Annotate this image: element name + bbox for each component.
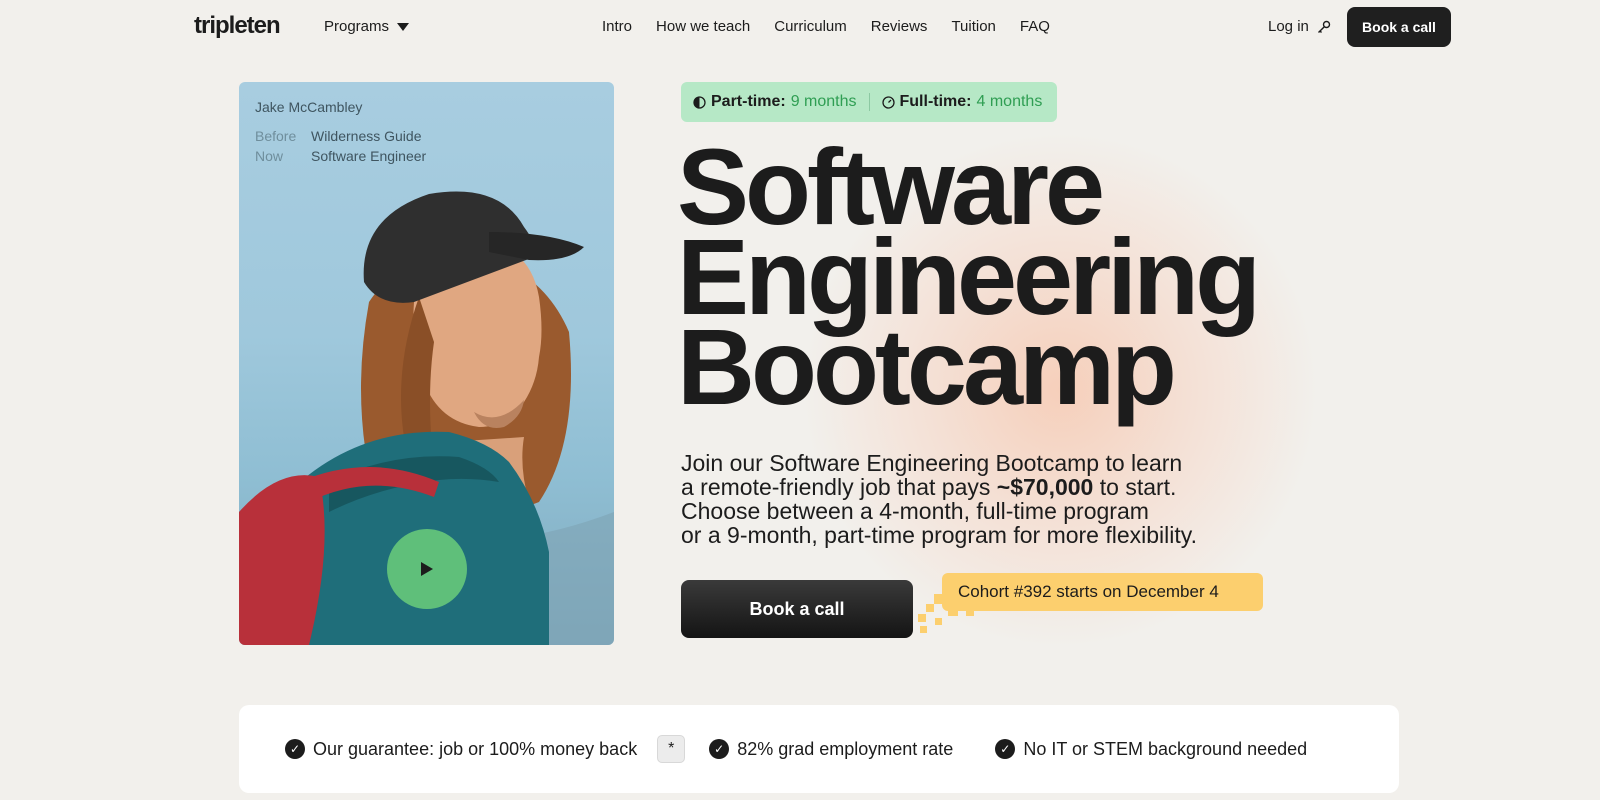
pixel-decoration	[918, 614, 926, 622]
pixel-decoration	[935, 618, 942, 625]
hero-description: Join our Software Engineering Bootcamp t…	[681, 451, 1241, 547]
cohort-start-badge: Cohort #392 starts on December 4	[942, 573, 1263, 611]
testimonial-video-card[interactable]: Jake McCambley Before Wilderness Guide N…	[239, 82, 614, 645]
nav-item-curriculum[interactable]: Curriculum	[774, 18, 847, 35]
full-time-label: Full-time:	[899, 93, 972, 110]
sub-line-3: Choose between a 4-month, full-time prog…	[681, 498, 1149, 524]
nav-item-how-we-teach[interactable]: How we teach	[656, 18, 750, 35]
sub-line-1: Join our Software Engineering Bootcamp t…	[681, 450, 1183, 476]
program-duration-pill: Part-time: 9 months Full-time: 4 months	[681, 82, 1057, 122]
before-value: Wilderness Guide	[311, 128, 422, 144]
feature-label: No IT or STEM background needed	[1023, 738, 1308, 759]
now-row: Now Software Engineer	[255, 148, 426, 164]
feature-label: 82% grad employment rate	[737, 738, 954, 759]
check-circle-icon: ✓	[285, 739, 305, 759]
nav-item-tuition[interactable]: Tuition	[951, 18, 995, 35]
features-bar: ✓ Our guarantee: job or 100% money back …	[239, 705, 1399, 793]
header-book-call-button[interactable]: Book a call	[1347, 7, 1451, 47]
main-nav: Intro How we teach Curriculum Reviews Tu…	[602, 18, 1050, 35]
nav-item-faq[interactable]: FAQ	[1020, 18, 1050, 35]
hero-book-call-button[interactable]: Book a call	[681, 580, 913, 638]
clock-icon	[881, 95, 895, 109]
login-label: Log in	[1268, 18, 1309, 35]
sub-line-2: a remote-friendly job that pays ~$70,000…	[681, 475, 1241, 499]
title-line-3: Bootcamp	[677, 306, 1177, 427]
site-header: tripleten Programs Intro How we teach Cu…	[0, 0, 1600, 54]
chevron-down-icon	[397, 22, 410, 31]
login-link[interactable]: Log in	[1268, 18, 1331, 35]
sub-line-2b: to start.	[1093, 474, 1177, 500]
salary-highlight: ~$70,000	[996, 474, 1094, 500]
page-title: Software Engineering Bootcamp	[677, 133, 1261, 427]
sub-line-4: or a 9-month, part-time program for more…	[681, 522, 1197, 548]
part-time-info: Part-time: 9 months	[693, 93, 857, 111]
pixel-decoration	[926, 604, 934, 612]
check-circle-icon: ✓	[709, 739, 730, 759]
check-circle-icon: ✓	[995, 739, 1016, 759]
feature-employment: ✓ 82% grad employment rate	[709, 739, 953, 760]
before-key: Before	[255, 128, 297, 144]
programs-label: Programs	[324, 18, 390, 35]
full-time-info: Full-time: 4 months	[881, 93, 1043, 111]
now-key: Now	[255, 148, 284, 164]
guarantee-footnote-button[interactable]: *	[657, 735, 686, 763]
sub-line-2a: a remote-friendly job that pays	[681, 474, 997, 500]
tripleten-logo[interactable]: tripleten	[194, 12, 281, 40]
part-time-value: 9 months	[790, 93, 857, 110]
programs-dropdown[interactable]: Programs	[324, 18, 410, 35]
feature-no-background: ✓ No IT or STEM background needed	[995, 739, 1307, 760]
half-clock-icon	[693, 95, 706, 109]
key-icon	[1317, 20, 1331, 33]
before-row: Before Wilderness Guide	[255, 128, 422, 144]
part-time-label: Part-time:	[711, 93, 786, 110]
feature-guarantee: ✓ Our guarantee: job or 100% money back …	[285, 735, 686, 763]
play-video-button[interactable]	[387, 529, 467, 609]
feature-label: Our guarantee: job or 100% money back	[313, 738, 638, 759]
pixel-decoration	[920, 626, 927, 633]
nav-item-reviews[interactable]: Reviews	[871, 18, 928, 35]
full-time-value: 4 months	[976, 93, 1043, 110]
play-icon	[421, 562, 433, 576]
pill-divider	[868, 93, 870, 111]
nav-item-intro[interactable]: Intro	[602, 18, 632, 35]
now-value: Software Engineer	[311, 148, 427, 164]
testimonial-name: Jake McCambley	[255, 99, 363, 115]
